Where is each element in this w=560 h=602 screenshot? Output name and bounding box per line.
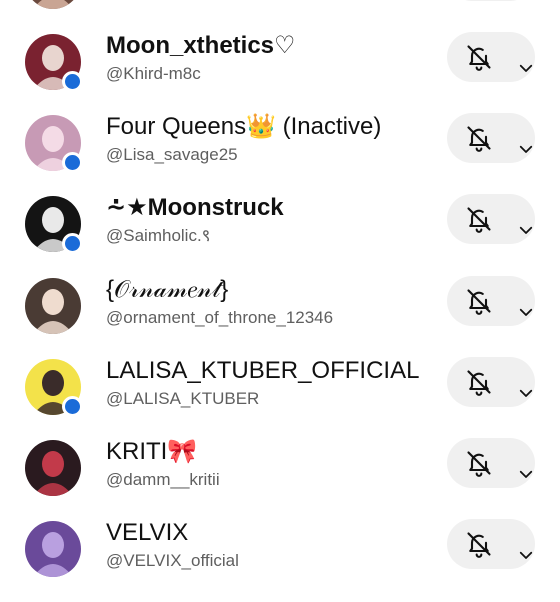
avatar[interactable] [25, 521, 81, 577]
channel-row[interactable]: VELVIX @VELVIX_official [0, 519, 560, 602]
notification-settings-button[interactable] [447, 113, 535, 163]
channel-name: LALISA_KTUBER_OFFICIAL [106, 357, 420, 384]
channel-info[interactable]: VELVIX @VELVIX_official [106, 519, 436, 572]
notification-settings-button[interactable] [447, 32, 535, 82]
channel-name: Moon_xthetics♡ [106, 32, 296, 59]
avatar[interactable] [25, 115, 83, 173]
channel-handle: @Khird-m8c [106, 64, 201, 83]
notification-settings-button[interactable] [447, 357, 535, 407]
notification-settings-button[interactable] [447, 519, 535, 569]
live-indicator [62, 396, 83, 417]
channel-name: Four Queens👑 (Inactive) [106, 113, 382, 140]
avatar-image [25, 278, 81, 334]
avatar-image [25, 0, 81, 9]
avatar-image [25, 521, 81, 577]
avatar[interactable] [25, 278, 81, 334]
notification-settings-button[interactable] [447, 276, 535, 326]
channel-name: {𝒪𝓇𝓃𝒶𝓂𝑒𝓃𝓉} [106, 276, 229, 303]
channel-name: VELVIX [106, 519, 189, 546]
subscriptions-list: @Rajaghanshyam ThakurMoon_xthetics♡ @Khir… [0, 0, 560, 577]
avatar[interactable] [25, 196, 83, 254]
channel-row[interactable]: KRITI🎀 @damm__kritii [0, 438, 560, 521]
notification-settings-button[interactable] [447, 194, 535, 244]
channel-info[interactable]: LALISA_KTUBER_OFFICIAL @LALISA_KTUBER [106, 357, 436, 410]
channel-handle: @ornament_of_throne_12346 [106, 308, 334, 327]
channel-handle: @damm__kritii [106, 470, 220, 489]
live-indicator [62, 71, 83, 92]
notification-settings-button[interactable] [447, 0, 535, 1]
channel-row[interactable]: Moon_xthetics♡ @Khird-m8c [0, 32, 560, 115]
channel-handle: @Saimholic.९ [106, 226, 211, 245]
avatar[interactable] [25, 440, 81, 496]
channel-row[interactable]: Four Queens👑 (Inactive) @Lisa_savage25 [0, 113, 560, 196]
avatar[interactable] [25, 34, 83, 92]
live-indicator [62, 233, 83, 254]
channel-info[interactable]: ⩪★Moonstruck @Saimholic.९ [106, 194, 436, 247]
channel-info[interactable]: {𝒪𝓇𝓃𝒶𝓂𝑒𝓃𝓉} @ornament_of_throne_12346 [106, 276, 436, 329]
channel-info[interactable]: Moon_xthetics♡ @Khird-m8c [106, 32, 436, 85]
channel-row[interactable]: @Rajaghanshyam Thakur [0, 0, 560, 34]
avatar-image [25, 440, 81, 496]
channel-row[interactable]: LALISA_KTUBER_OFFICIAL @LALISA_KTUBER [0, 357, 560, 440]
channel-handle: @LALISA_KTUBER [106, 389, 260, 408]
channel-handle: @Lisa_savage25 [106, 145, 238, 164]
channel-name: KRITI🎀 [106, 438, 198, 465]
live-indicator [62, 152, 83, 173]
channel-row[interactable]: {𝒪𝓇𝓃𝒶𝓂𝑒𝓃𝓉} @ornament_of_throne_12346 [0, 276, 560, 359]
channel-row[interactable]: ⩪★Moonstruck @Saimholic.९ [0, 194, 560, 277]
channel-info[interactable]: KRITI🎀 @damm__kritii [106, 438, 436, 491]
avatar[interactable] [25, 359, 83, 417]
channel-name: ⩪★Moonstruck [106, 194, 284, 221]
channel-handle: @VELVIX_official [106, 551, 239, 570]
channel-info[interactable]: Four Queens👑 (Inactive) @Lisa_savage25 [106, 113, 436, 166]
avatar[interactable] [25, 0, 81, 9]
notification-settings-button[interactable] [447, 438, 535, 488]
